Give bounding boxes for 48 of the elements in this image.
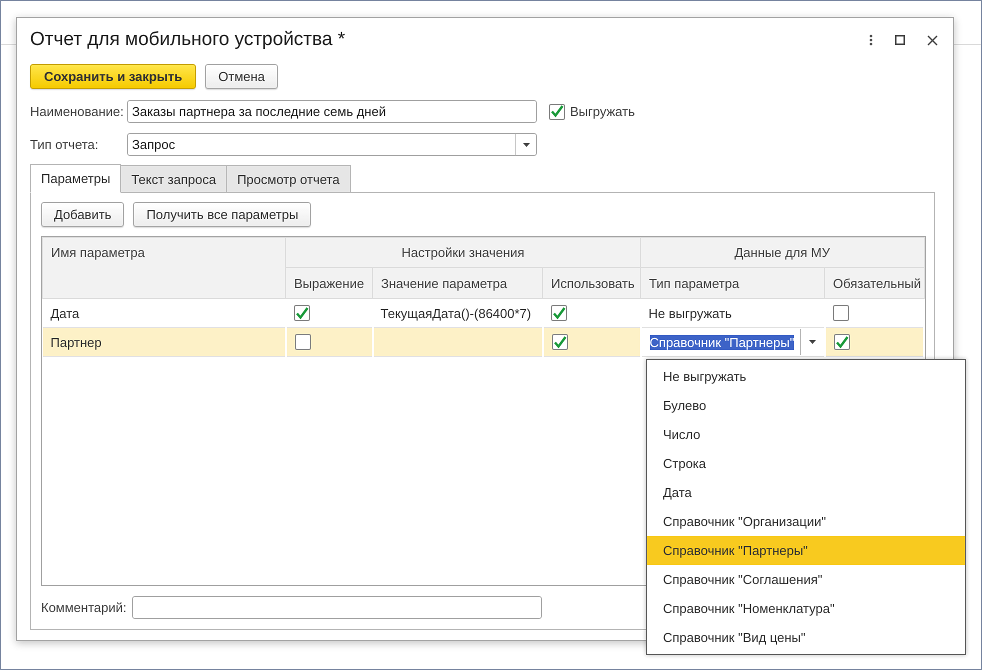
column-header: Использовать xyxy=(542,268,641,298)
table-button[interactable]: Добавить xyxy=(41,202,124,227)
dropdown-option[interactable]: Не выгружать xyxy=(647,362,965,391)
table-cell: Не выгружать xyxy=(648,306,732,320)
column-group-header: Настройки значения xyxy=(286,238,641,268)
maximize-icon[interactable] xyxy=(895,35,905,45)
tab[interactable]: Текст запроса xyxy=(120,165,228,193)
dropdown-option[interactable]: Справочник "Организации" xyxy=(647,507,965,536)
column-header: Обязательный xyxy=(824,268,924,298)
field-label: Наименование: xyxy=(30,104,125,119)
checkbox[interactable] xyxy=(834,334,850,350)
caret-icon xyxy=(808,340,816,344)
dropdown-option[interactable]: Справочник "Соглашения" xyxy=(647,565,965,594)
table-cell: Партнер xyxy=(42,328,286,356)
checkbox[interactable] xyxy=(549,104,565,120)
caret-icon xyxy=(522,142,530,146)
window-title: Отчет для мобильного устройства * xyxy=(30,29,346,51)
dropdown-option[interactable]: Справочник "Вид цены" xyxy=(647,623,965,652)
checkbox[interactable] xyxy=(552,334,568,350)
field-label: Комментарий: xyxy=(41,600,126,615)
dropdown-option[interactable]: Справочник "Партнеры" xyxy=(647,536,965,565)
toolbar-button[interactable]: Отмена xyxy=(205,64,278,88)
checkbox[interactable] xyxy=(294,305,310,322)
comment-field[interactable] xyxy=(132,596,542,619)
checkbox-label: Выгружать xyxy=(570,104,635,119)
table-cell: ТекущаяДата()-(86400*7) xyxy=(380,306,532,320)
column-header: Выражение xyxy=(286,268,372,298)
name-field[interactable]: Заказы партнера за последние семь дней xyxy=(127,100,537,123)
tab[interactable]: Параметры xyxy=(30,164,122,193)
checkbox[interactable] xyxy=(832,305,849,322)
field-label: Тип отчета: xyxy=(30,137,100,152)
dropdown-option[interactable]: Число xyxy=(647,420,965,449)
column-header: Значение параметра xyxy=(372,268,542,298)
checkbox[interactable] xyxy=(294,334,310,350)
dropdown-option[interactable]: Справочник "Номенклатура" xyxy=(647,594,965,623)
column-group-header: Данные для МУ xyxy=(640,238,924,268)
tab[interactable]: Просмотр отчета xyxy=(226,165,351,193)
toolbar-button[interactable]: Сохранить и закрыть xyxy=(30,64,196,88)
table-button[interactable]: Получить все параметры xyxy=(133,202,312,227)
dropdown-option[interactable]: Булево xyxy=(647,391,965,420)
report-type-dropdown[interactable]: Запрос xyxy=(127,133,537,156)
more-icon[interactable] xyxy=(869,34,873,46)
checkbox[interactable] xyxy=(550,305,566,322)
column-header: Имя параметра xyxy=(42,238,286,298)
close-icon[interactable] xyxy=(927,34,938,46)
column-header: Тип параметра xyxy=(640,268,825,298)
dropdown-option[interactable]: Строка xyxy=(647,449,965,478)
dropdown-option[interactable]: Дата xyxy=(647,478,965,507)
